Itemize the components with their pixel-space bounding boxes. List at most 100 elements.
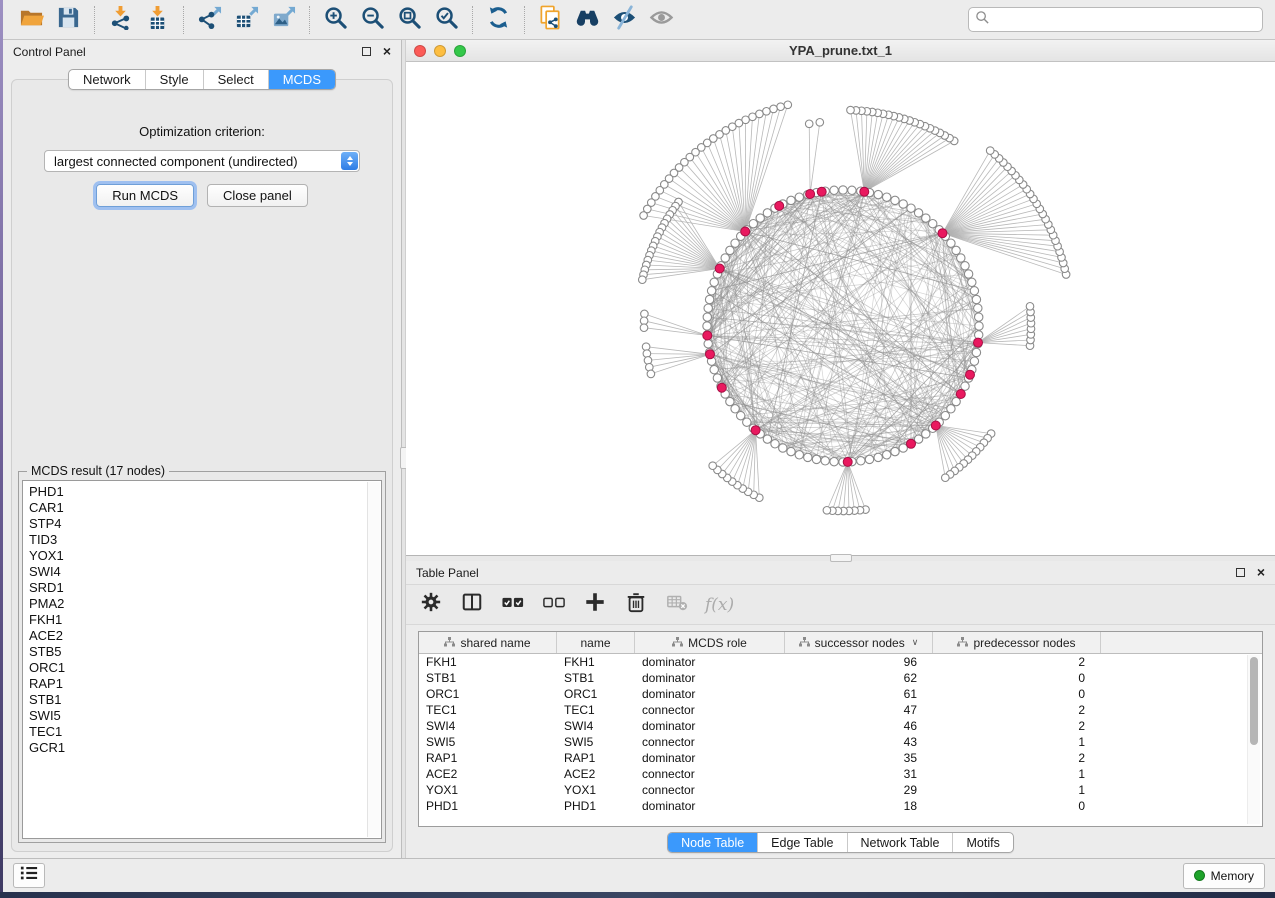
column-header-shared-name[interactable]: shared name xyxy=(419,632,557,653)
table-cell[interactable]: dominator xyxy=(635,799,785,813)
float-panel-icon[interactable] xyxy=(362,47,371,56)
network-node[interactable] xyxy=(961,262,969,270)
table-cell[interactable]: 1 xyxy=(933,783,1101,797)
close-panel-button[interactable]: Close panel xyxy=(207,184,308,207)
satellite-node[interactable] xyxy=(770,105,778,113)
network-node[interactable] xyxy=(704,340,712,348)
table-mode-button[interactable] xyxy=(418,592,444,618)
table-row[interactable]: STB1STB1dominator620 xyxy=(419,670,1262,686)
network-node[interactable] xyxy=(883,193,891,201)
network-node[interactable] xyxy=(941,412,949,420)
network-node[interactable] xyxy=(970,287,978,295)
memory-button[interactable]: Memory xyxy=(1183,863,1265,889)
network-node[interactable] xyxy=(874,190,882,198)
table-cell[interactable]: connector xyxy=(635,735,785,749)
export-network-button[interactable] xyxy=(191,4,228,36)
network-node[interactable] xyxy=(726,397,734,405)
table-cell[interactable]: 18 xyxy=(785,799,933,813)
table-cell[interactable]: STB1 xyxy=(557,671,635,685)
table-cell[interactable]: connector xyxy=(635,703,785,717)
column-header-predecessor-nodes[interactable]: predecessor nodes xyxy=(933,632,1101,653)
mcds-node-item[interactable]: ACE2 xyxy=(29,628,381,644)
network-node[interactable] xyxy=(972,295,980,303)
import-table-button[interactable] xyxy=(139,4,176,36)
save-session-button[interactable] xyxy=(50,4,87,36)
table-cell[interactable]: YOX1 xyxy=(557,783,635,797)
tab-node-table[interactable]: Node Table xyxy=(668,833,757,852)
network-node[interactable] xyxy=(704,304,712,312)
network-node[interactable] xyxy=(947,405,955,413)
satellite-node[interactable] xyxy=(784,101,792,109)
mcds-hub-node[interactable] xyxy=(974,338,983,347)
mcds-node-item[interactable]: STB5 xyxy=(29,644,381,660)
table-cell[interactable]: 0 xyxy=(933,799,1101,813)
table-row[interactable]: TEC1TEC1connector472 xyxy=(419,702,1262,718)
mcds-hub-node[interactable] xyxy=(751,426,760,435)
mcds-node-item[interactable]: PHD1 xyxy=(29,484,381,500)
table-row[interactable]: YOX1YOX1connector291 xyxy=(419,782,1262,798)
mcds-node-item[interactable]: SWI5 xyxy=(29,708,381,724)
table-cell[interactable]: SWI5 xyxy=(419,735,557,749)
table-cell[interactable]: 0 xyxy=(933,671,1101,685)
task-history-button[interactable] xyxy=(13,863,45,888)
zoom-out-button[interactable] xyxy=(354,4,391,36)
network-node[interactable] xyxy=(710,278,718,286)
network-node[interactable] xyxy=(914,209,922,217)
network-node[interactable] xyxy=(964,270,972,278)
satellite-node[interactable] xyxy=(777,103,785,111)
table-cell[interactable]: 0 xyxy=(933,687,1101,701)
network-node[interactable] xyxy=(970,357,978,365)
table-cell[interactable]: 31 xyxy=(785,767,933,781)
export-table-button[interactable] xyxy=(228,4,265,36)
table-row[interactable]: FKH1FKH1dominator962 xyxy=(419,654,1262,670)
network-node[interactable] xyxy=(743,418,751,426)
table-cell[interactable]: 47 xyxy=(785,703,933,717)
network-node[interactable] xyxy=(812,455,820,463)
float-panel-icon[interactable] xyxy=(1236,568,1245,577)
mcds-node-item[interactable]: STP4 xyxy=(29,516,381,532)
table-cell[interactable]: dominator xyxy=(635,751,785,765)
mcds-hub-node[interactable] xyxy=(741,227,750,236)
import-network-button[interactable] xyxy=(102,4,139,36)
table-cell[interactable]: ACE2 xyxy=(419,767,557,781)
network-node[interactable] xyxy=(957,254,965,262)
mcds-hub-node[interactable] xyxy=(703,331,712,340)
table-row[interactable]: ACE2ACE2connector311 xyxy=(419,766,1262,782)
mcds-node-item[interactable]: PMA2 xyxy=(29,596,381,612)
mcds-hub-node[interactable] xyxy=(956,390,965,399)
network-node[interactable] xyxy=(731,239,739,247)
table-cell[interactable]: 96 xyxy=(785,655,933,669)
table-cell[interactable]: SWI4 xyxy=(419,719,557,733)
table-cell[interactable]: 2 xyxy=(933,751,1101,765)
table-cell[interactable]: PHD1 xyxy=(419,799,557,813)
table-cell[interactable]: SWI4 xyxy=(557,719,635,733)
table-cell[interactable]: 61 xyxy=(785,687,933,701)
network-node[interactable] xyxy=(874,453,882,461)
criterion-dropdown[interactable]: largest connected component (undirected) xyxy=(44,150,360,172)
tab-network[interactable]: Network xyxy=(69,70,145,89)
hide-selected-button[interactable] xyxy=(606,4,643,36)
clone-network-button[interactable] xyxy=(532,4,569,36)
window-close-button[interactable] xyxy=(414,45,426,57)
splitter-handle[interactable] xyxy=(830,554,852,562)
network-node[interactable] xyxy=(795,451,803,459)
tab-motifs[interactable]: Motifs xyxy=(952,833,1012,852)
network-node[interactable] xyxy=(705,295,713,303)
network-node[interactable] xyxy=(848,186,856,194)
create-column-button[interactable] xyxy=(582,592,608,618)
network-node[interactable] xyxy=(891,196,899,204)
table-cell[interactable]: 2 xyxy=(933,719,1101,733)
zoom-selected-button[interactable] xyxy=(428,4,465,36)
mcds-node-item[interactable]: STB1 xyxy=(29,692,381,708)
network-node[interactable] xyxy=(830,458,838,466)
mcds-node-item[interactable]: YOX1 xyxy=(29,548,381,564)
mcds-hub-node[interactable] xyxy=(715,264,724,273)
select-all-button[interactable] xyxy=(500,592,526,618)
table-scrollbar[interactable] xyxy=(1247,655,1260,824)
table-cell[interactable]: TEC1 xyxy=(419,703,557,717)
mcds-hub-node[interactable] xyxy=(931,421,940,430)
table-cell[interactable]: 1 xyxy=(933,735,1101,749)
satellite-node[interactable] xyxy=(640,212,648,220)
mcds-node-item[interactable]: CAR1 xyxy=(29,500,381,516)
mcds-hub-node[interactable] xyxy=(860,187,869,196)
